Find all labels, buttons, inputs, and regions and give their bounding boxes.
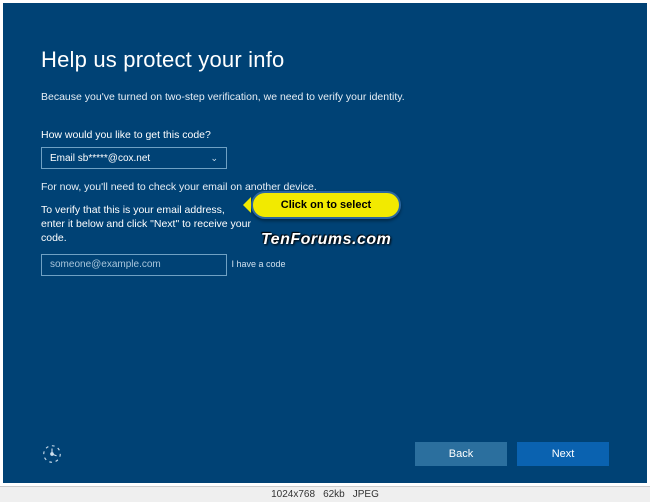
subtitle: Because you've turned on two-step verifi… <box>41 91 609 103</box>
info-dimensions: 1024x768 <box>271 489 315 500</box>
back-button[interactable]: Back <box>415 442 507 466</box>
info-size: 62kb <box>323 489 345 500</box>
page-title: Help us protect your info <box>41 47 609 73</box>
annotation-callout: Click on to select <box>251 191 401 219</box>
info-format: JPEG <box>353 489 379 500</box>
oobe-screen: Help us protect your info Because you've… <box>3 3 647 483</box>
viewer-frame: Help us protect your info Because you've… <box>0 0 650 502</box>
chevron-down-icon: ⌄ <box>210 153 218 164</box>
watermark: TenForums.com <box>261 231 391 249</box>
footer-bar: Back Next <box>3 425 647 483</box>
ease-of-access-icon[interactable] <box>41 443 63 465</box>
have-code-link[interactable]: I have a code <box>231 259 285 269</box>
nav-buttons: Back Next <box>415 442 609 466</box>
select-value: Email sb*****@cox.net <box>50 153 150 164</box>
next-button[interactable]: Next <box>517 442 609 466</box>
callout-text: Click on to select <box>281 199 371 211</box>
verification-method-select[interactable]: Email sb*****@cox.net ⌄ <box>41 147 227 169</box>
email-field[interactable] <box>41 254 227 276</box>
image-info-bar: 1024x768 62kb JPEG <box>0 486 650 502</box>
verify-email-label: To verify that this is your email addres… <box>41 203 251 246</box>
code-question: How would you like to get this code? <box>41 129 609 141</box>
